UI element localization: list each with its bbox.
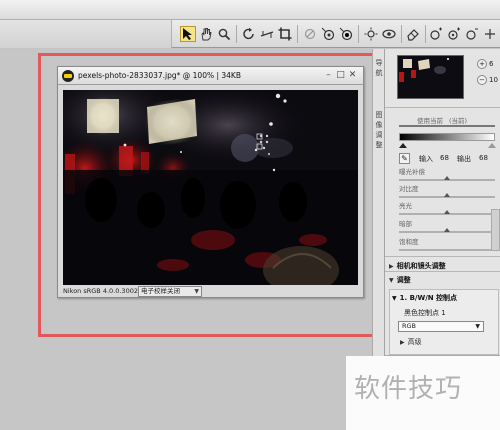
eraser-icon[interactable]: [405, 26, 421, 42]
side-panel-tabs[interactable]: 导 航 图 像 调 整: [372, 49, 384, 359]
levels-label-current: 使用当前: [417, 117, 443, 125]
slider-label-exposure: 曝光补偿: [399, 168, 425, 176]
section-adjust-label: 调整: [396, 276, 411, 284]
eyedropper-icon[interactable]: ✎: [399, 153, 410, 164]
navigator-value-2: 10: [489, 76, 498, 84]
levels-gradient-bar[interactable]: [399, 133, 495, 141]
direct-select-icon[interactable]: [180, 26, 196, 42]
slider-highlights[interactable]: [399, 210, 495, 215]
slider-label-saturation: 饱和度: [399, 238, 419, 246]
navigator-zoom-control-2[interactable]: −: [477, 75, 487, 85]
slider-label-shadows: 暗部: [399, 220, 412, 228]
slider-saturation[interactable]: [399, 246, 497, 251]
expand-triangle-icon: ▶: [400, 339, 405, 346]
levels-black-slider[interactable]: [399, 143, 407, 148]
minus-point-icon[interactable]: [464, 26, 480, 42]
channel-select[interactable]: RGB ▼: [398, 321, 484, 332]
control-point-header[interactable]: ▼ 1. B/W/N 控制点: [392, 293, 457, 303]
watermark-text: 软件技巧: [354, 374, 463, 404]
control-point-box: ▼ 1. B/W/N 控制点 黑色控制点 1 RGB ▼ ▶ 高级: [389, 289, 499, 355]
color-point-plus-icon[interactable]: [446, 26, 462, 42]
before-after-icon[interactable]: [428, 26, 444, 42]
zoom-icon[interactable]: [216, 26, 232, 42]
adjustment-panel: + 6 − 10 使用当前 (当前) ✎ 输入 68 输出 68 曝光补偿 对比…: [384, 49, 500, 355]
control-point-section-label: 1. B/W/N 控制点: [399, 294, 458, 302]
side-tab-char-4: 像: [375, 121, 383, 129]
preview-icon[interactable]: [381, 26, 397, 42]
levels-white-slider[interactable]: [488, 143, 496, 148]
expand-triangle-icon: ▶: [389, 263, 394, 270]
toolbar-left-pane: [0, 20, 172, 48]
side-tab-char-3: 图: [375, 111, 383, 119]
side-tab-char-1: 导: [375, 59, 383, 67]
color-point-icon[interactable]: [320, 26, 336, 42]
top-strip: [0, 0, 500, 20]
brightness-icon[interactable]: [363, 26, 379, 42]
side-tab-char-5: 调: [375, 131, 383, 139]
control-point-name[interactable]: 黑色控制点 1: [404, 308, 446, 318]
side-tab-char-2: 航: [375, 69, 383, 77]
section-camera-lens-label: 相机和镜头调整: [396, 262, 446, 270]
levels-divider: [399, 125, 495, 127]
slider-label-contrast: 对比度: [399, 185, 419, 193]
side-tab-char-6: 整: [375, 141, 383, 149]
toolbar: [0, 20, 500, 48]
panel-scrollbar[interactable]: [491, 209, 500, 251]
slider-exposure[interactable]: [399, 176, 495, 181]
channel-select-value: RGB: [402, 322, 417, 330]
slider-label-highlights: 亮光: [399, 202, 412, 210]
input-value: 68: [440, 154, 449, 162]
section-adjust[interactable]: ▼ 调整: [389, 275, 411, 285]
rotate-icon[interactable]: [241, 26, 257, 42]
crop-icon[interactable]: [277, 26, 293, 42]
navigator-value-1: 6: [489, 60, 494, 68]
black-point-icon[interactable]: [338, 26, 354, 42]
chevron-down-icon: ▼: [475, 323, 480, 330]
collapse-triangle-icon: ▼: [389, 277, 394, 284]
red-eye-icon[interactable]: [302, 26, 318, 42]
section-camera-lens[interactable]: ▶ 相机和镜头调整: [389, 261, 446, 271]
collapse-triangle-icon: ▼: [392, 295, 397, 302]
hand-icon[interactable]: [198, 26, 214, 42]
levels-label-current-alt: (当前): [449, 117, 468, 125]
advanced-label: 高级: [407, 338, 422, 346]
navigator-preview: [398, 56, 463, 98]
slider-shadows[interactable]: [399, 228, 495, 233]
advanced-toggle[interactable]: ▶ 高级: [400, 337, 422, 347]
slider-contrast[interactable]: [399, 193, 495, 198]
output-value: 68: [479, 154, 488, 162]
navigator-zoom-control[interactable]: +: [477, 59, 487, 69]
input-label: 输入: [419, 155, 433, 163]
plus-icon[interactable]: [482, 26, 498, 42]
straighten-icon[interactable]: [259, 26, 275, 42]
output-label: 输出: [457, 155, 471, 163]
navigator-thumbnail[interactable]: [397, 55, 464, 99]
red-highlight-frame: [38, 53, 378, 337]
